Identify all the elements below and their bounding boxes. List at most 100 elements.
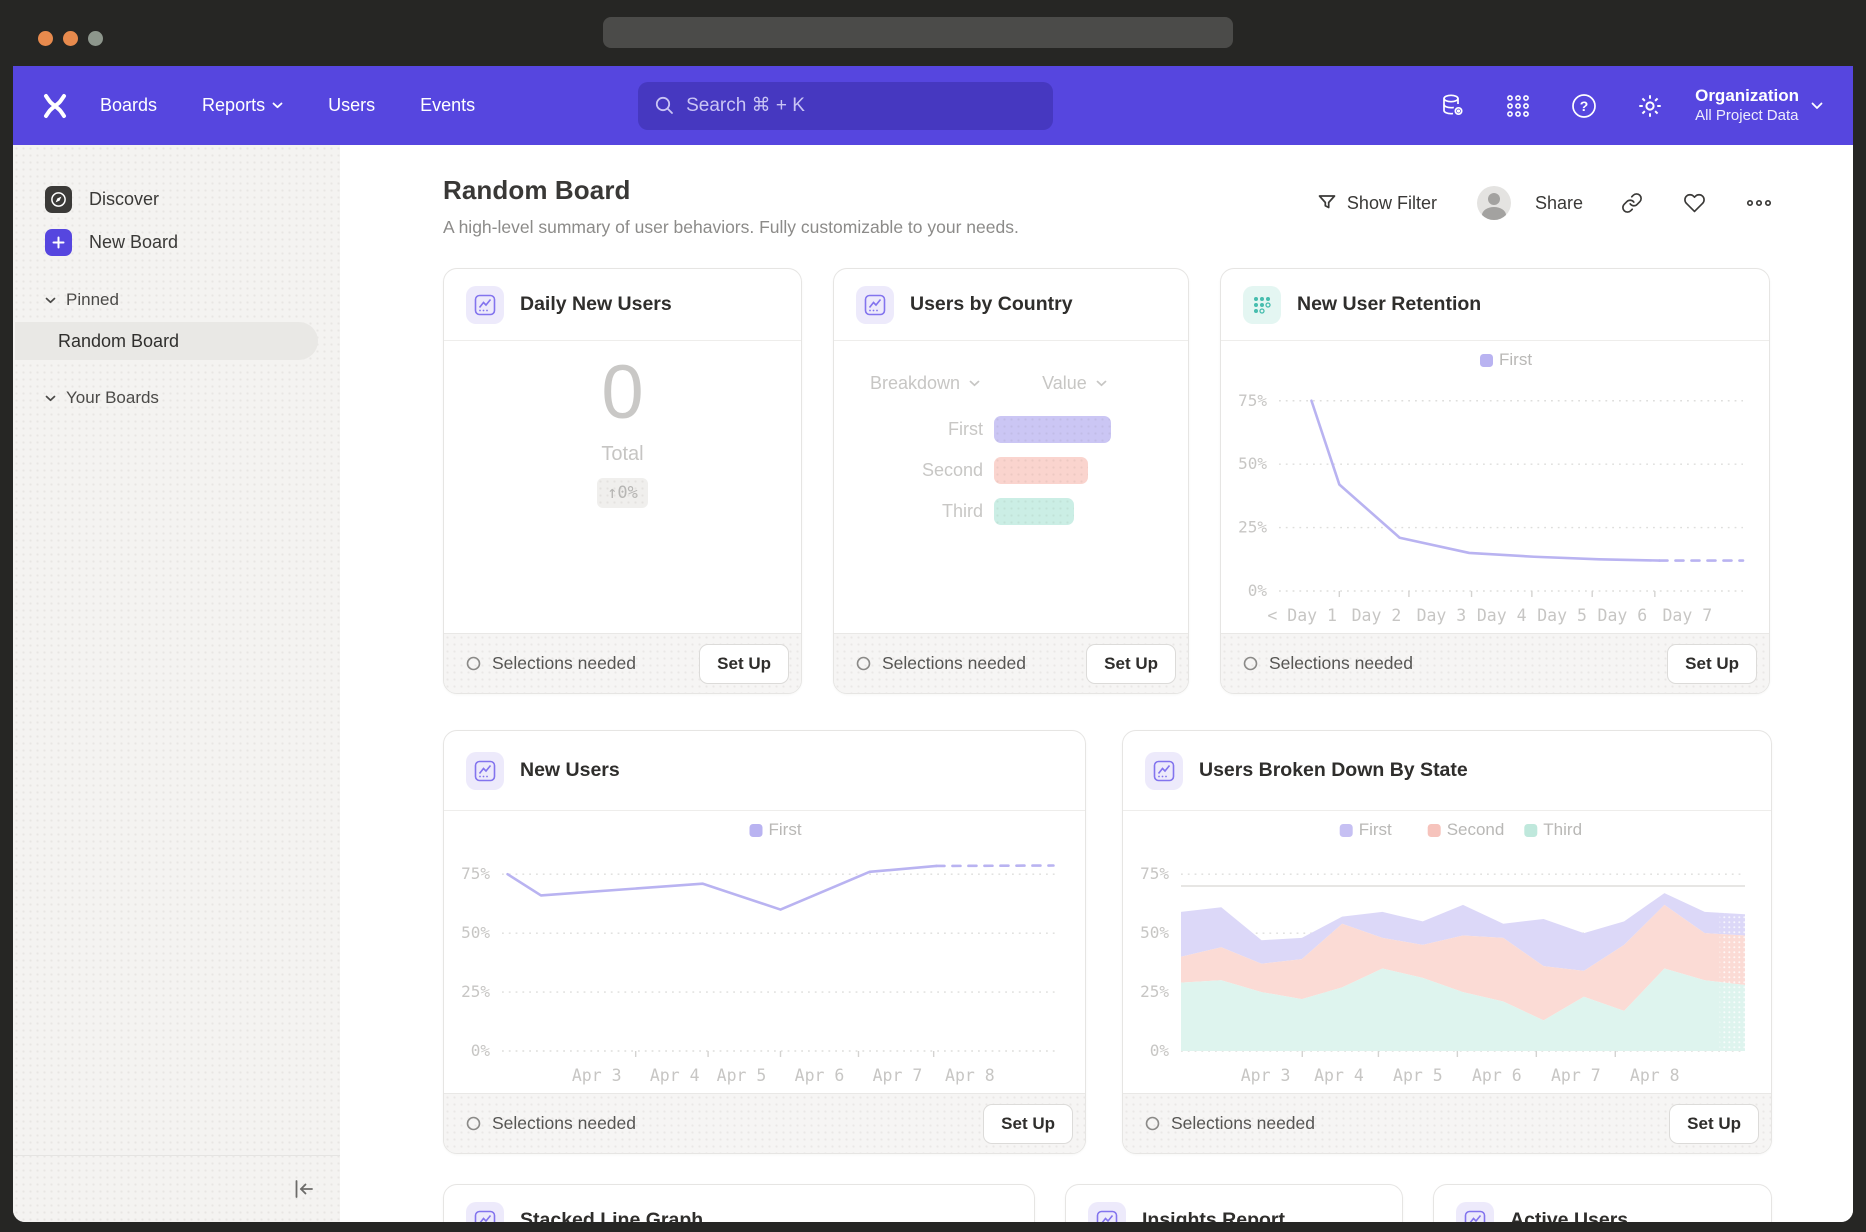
line-chart-icon: [1456, 1202, 1494, 1223]
svg-text:0%: 0%: [1150, 1041, 1170, 1060]
set-up-button[interactable]: Set Up: [1086, 644, 1176, 684]
country-bar-label: Second: [834, 460, 994, 481]
avatar-person-icon: [1488, 193, 1500, 205]
country-bar-rows: FirstSecondThird: [834, 416, 1188, 525]
svg-text:Apr 6: Apr 6: [795, 1066, 845, 1085]
line-chart-icon: [856, 286, 894, 324]
svg-text:Day 6: Day 6: [1598, 606, 1648, 625]
svg-text:Apr 4: Apr 4: [1314, 1066, 1364, 1085]
card-users-by-state: Users Broken Down By State 75%50%25%0%Ap…: [1122, 730, 1772, 1154]
plus-icon: [45, 229, 72, 256]
share-button[interactable]: Share: [1535, 193, 1583, 214]
svg-text:First: First: [1359, 820, 1392, 839]
breakdown-dropdown[interactable]: Breakdown: [870, 373, 980, 394]
svg-text:Apr 6: Apr 6: [1472, 1066, 1522, 1085]
help-icon[interactable]: ?: [1569, 91, 1599, 121]
favorite-button[interactable]: [1683, 192, 1706, 214]
top-nav: Boards Reports Users Events Search ⌘ + K: [13, 66, 1853, 145]
line-chart-icon: [466, 752, 504, 790]
apps-grid-icon[interactable]: [1503, 91, 1533, 121]
svg-text:Apr 5: Apr 5: [1393, 1066, 1443, 1085]
sidebar-item-new-board[interactable]: New Board: [13, 221, 340, 264]
bottom-cards-row: Stacked Line GraphInsights ReportActive …: [443, 1184, 1772, 1222]
card-title: Users by Country: [910, 293, 1073, 316]
value-dropdown[interactable]: Value: [1042, 373, 1107, 394]
sidebar-section-your-boards[interactable]: Your Boards: [13, 362, 340, 418]
traffic-light-close[interactable]: [38, 31, 53, 46]
svg-text:Apr 5: Apr 5: [717, 1066, 767, 1085]
collapse-sidebar-icon[interactable]: [292, 1178, 316, 1200]
line-chart-icon: [1145, 752, 1183, 790]
card-title: Stacked Line Graph: [520, 1209, 703, 1222]
set-up-button[interactable]: Set Up: [1667, 644, 1757, 684]
mixpanel-logo[interactable]: [42, 93, 68, 119]
nav-item-events[interactable]: Events: [420, 95, 475, 116]
svg-text:Day 2: Day 2: [1352, 606, 1402, 625]
chevron-down-icon: [45, 297, 56, 304]
nav-item-boards[interactable]: Boards: [100, 95, 157, 116]
show-filter-label: Show Filter: [1347, 193, 1437, 214]
sidebar-footer: [13, 1155, 340, 1222]
country-bar: [994, 416, 1111, 443]
svg-text:First: First: [769, 820, 802, 839]
page-title: Random Board: [443, 175, 1019, 206]
svg-text:Day 7: Day 7: [1662, 606, 1712, 625]
line-chart-icon: [1088, 1202, 1126, 1223]
country-bar: [994, 457, 1088, 484]
browser-url-bar[interactable]: [603, 17, 1233, 48]
org-project: All Project Data: [1695, 106, 1799, 126]
card-users-by-country: Users by Country Breakdown Value: [833, 268, 1189, 694]
svg-text:< Day 1: < Day 1: [1267, 606, 1337, 625]
new-users-chart: 75%50%25%0%Apr 3Apr 4Apr 5Apr 6Apr 7Apr …: [444, 811, 1085, 1093]
set-up-button[interactable]: Set Up: [1669, 1104, 1759, 1144]
svg-text:75%: 75%: [461, 864, 490, 883]
svg-text:0%: 0%: [471, 1041, 491, 1060]
nav-item-reports[interactable]: Reports: [202, 95, 283, 116]
svg-text:25%: 25%: [1238, 518, 1267, 537]
search-icon: [654, 95, 675, 116]
settings-gear-icon[interactable]: [1635, 91, 1665, 121]
traffic-light-minimize[interactable]: [63, 31, 78, 46]
svg-text:0%: 0%: [1248, 581, 1268, 600]
status-selections-needed: Selections needed: [466, 653, 636, 674]
sidebar-item-discover[interactable]: Discover: [13, 178, 340, 221]
card-title: Active Users: [1510, 1209, 1628, 1222]
board-actions: Show Filter Share: [1317, 183, 1772, 223]
set-up-button[interactable]: Set Up: [983, 1104, 1073, 1144]
svg-text:Apr 8: Apr 8: [1630, 1066, 1680, 1085]
svg-text:Apr 7: Apr 7: [1551, 1066, 1601, 1085]
sidebar-section-pinned[interactable]: Pinned: [13, 264, 340, 320]
org-name: Organization: [1695, 85, 1799, 106]
retention-grid-icon: [1243, 286, 1281, 324]
avatar-person-body: [1482, 207, 1506, 220]
copy-link-button[interactable]: [1621, 192, 1643, 214]
board-main: Random Board A high-level summary of use…: [340, 145, 1853, 1222]
nav-item-users[interactable]: Users: [328, 95, 375, 116]
svg-text:50%: 50%: [1238, 454, 1267, 473]
sidebar-item-random-board[interactable]: Random Board: [15, 322, 318, 360]
set-up-button[interactable]: Set Up: [699, 644, 789, 684]
svg-text:Apr 4: Apr 4: [650, 1066, 700, 1085]
more-options-button[interactable]: [1746, 198, 1772, 208]
status-selections-needed: Selections needed: [1243, 653, 1413, 674]
avatar[interactable]: [1477, 186, 1511, 220]
show-filter-button[interactable]: Show Filter: [1317, 193, 1437, 214]
traffic-lights: [38, 31, 103, 46]
metric-label: Total: [601, 443, 643, 466]
svg-text:Apr 8: Apr 8: [945, 1066, 995, 1085]
sidebar-item-label: New Board: [89, 232, 178, 253]
org-switcher[interactable]: Organization All Project Data: [1695, 85, 1823, 126]
chevron-down-icon: [45, 395, 56, 402]
metric-value: 0: [601, 355, 643, 431]
line-chart-icon: [466, 1202, 504, 1223]
sidebar-section-label: Your Boards: [66, 388, 159, 408]
chevron-down-icon: [969, 380, 980, 387]
svg-text:25%: 25%: [1140, 982, 1169, 1001]
search-input[interactable]: Search ⌘ + K: [638, 82, 1053, 130]
country-bar-label: First: [834, 419, 994, 440]
data-management-icon[interactable]: [1437, 91, 1467, 121]
traffic-light-zoom[interactable]: [88, 31, 103, 46]
board-header: Random Board A high-level summary of use…: [443, 175, 1772, 251]
heart-icon: [1683, 192, 1706, 214]
circle-icon: [466, 1116, 481, 1131]
